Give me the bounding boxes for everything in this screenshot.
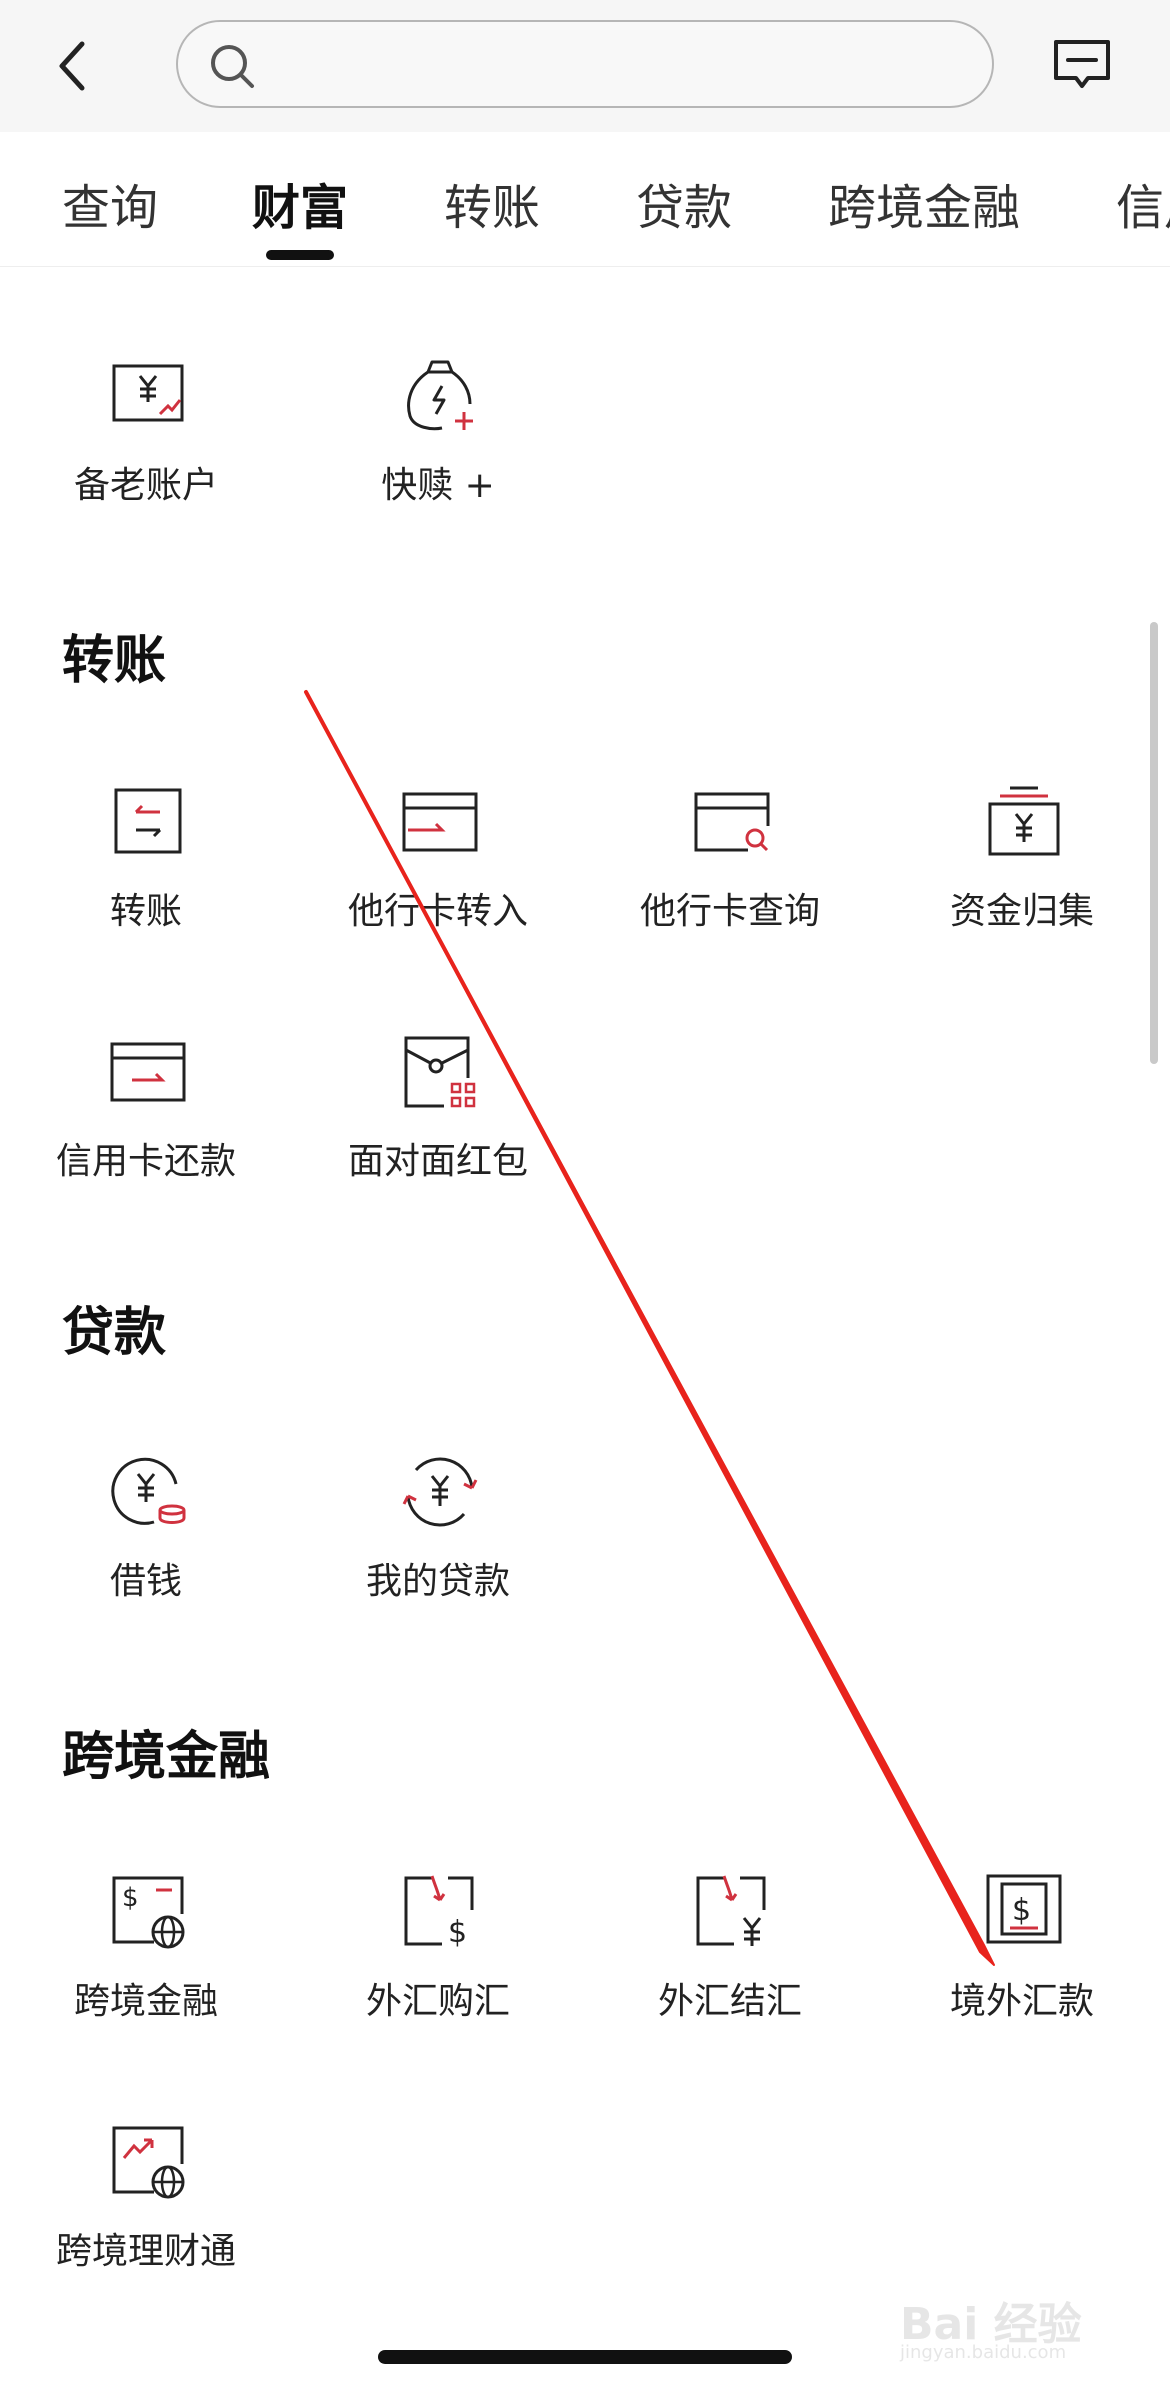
tile-label: 跨境理财通 (55, 2231, 236, 2272)
message-button[interactable] (1052, 36, 1112, 96)
tab-wealth[interactable]: 财富 (252, 168, 348, 238)
tile-label: 信用卡还款 (55, 1141, 236, 1182)
tile-label: 外汇结汇 (657, 1981, 802, 2022)
search-bar[interactable] (176, 20, 994, 108)
section-title-transfer: 转账 (62, 631, 167, 691)
tile-label: 备老账户 (73, 465, 218, 506)
borrow-money-icon (111, 1457, 186, 1525)
overseas-remittance-icon: $ (986, 1874, 1062, 1944)
section-title-loan: 贷款 (62, 1303, 167, 1363)
search-icon (211, 45, 254, 88)
tile-label: 他行卡转入 (347, 891, 528, 932)
my-loan-icon (402, 1457, 478, 1527)
tile-label: 跨境金融 (73, 1981, 218, 2022)
category-tabs: 查询 财富 转账 贷款 跨境金融 信用 (0, 132, 1170, 267)
svg-text:$: $ (1012, 1893, 1031, 1928)
tile-transfer[interactable]: 转账 (0, 784, 292, 964)
search-input[interactable] (274, 36, 968, 94)
svg-text:$: $ (122, 1883, 139, 1913)
tile-label: 他行卡查询 (639, 891, 820, 932)
tab-credit[interactable]: 信用 (1116, 168, 1170, 238)
tile-label: 我的贷款 (365, 1561, 510, 1602)
tile-overseas-remittance[interactable]: $ 境外汇款 (876, 1874, 1168, 2054)
red-packet-qr-icon (404, 1036, 476, 1108)
tile-quick-redeem[interactable]: 快赎 + (292, 358, 584, 538)
pension-account-icon (112, 364, 184, 422)
quick-redeem-icon (407, 360, 473, 431)
tab-loan[interactable]: 贷款 (636, 168, 732, 238)
top-bar (0, 0, 1170, 132)
watermark-logo: Bai 经验 jingyan.baidu.com (900, 2270, 1120, 2363)
tab-query[interactable]: 查询 (62, 168, 158, 238)
tile-label: 快赎 + (381, 465, 495, 506)
tile-crossborder-wealth[interactable]: 跨境理财通 (0, 2124, 292, 2304)
credit-card-repay-icon (110, 1042, 186, 1102)
tile-pension-account[interactable]: 备老账户 (0, 358, 292, 538)
tile-label: 境外汇款 (949, 1981, 1094, 2022)
chevron-left-icon (59, 41, 85, 91)
scrollbar[interactable] (1150, 622, 1158, 1064)
tile-borrow-money[interactable]: 借钱 (0, 1454, 292, 1634)
tile-crossborder-finance[interactable]: $ 跨境金融 (0, 1874, 292, 2054)
section-title-crossborder: 跨境金融 (62, 1727, 271, 1787)
tile-red-packet[interactable]: 面对面红包 (292, 1034, 584, 1214)
tile-fund-collection[interactable]: 资金归集 (876, 784, 1168, 964)
crossborder-wealth-icon (112, 2126, 185, 2199)
tab-crossborder[interactable]: 跨境金融 (828, 168, 1020, 238)
transfer-icon (114, 788, 182, 854)
card-query-icon (694, 792, 770, 852)
tile-label: 外汇购汇 (365, 1981, 510, 2022)
tile-label: 面对面红包 (347, 1141, 528, 1182)
tile-card-query[interactable]: 他行卡查询 (584, 784, 876, 964)
home-indicator[interactable] (378, 2350, 792, 2364)
crossborder-finance-icon: $ (112, 1876, 185, 1949)
tile-fx-settlement[interactable]: 外汇结汇 (584, 1874, 876, 2054)
tile-fx-purchase[interactable]: $ 外汇购汇 (292, 1874, 584, 2054)
tile-label: 资金归集 (949, 891, 1094, 932)
svg-text:$: $ (448, 1915, 467, 1950)
fx-purchase-icon: $ (404, 1875, 474, 1950)
message-icon (1054, 40, 1110, 88)
watermark-url: jingyan.baidu.com (900, 2342, 1067, 2363)
tile-my-loan[interactable]: 我的贷款 (292, 1454, 584, 1634)
active-tab-indicator (266, 250, 334, 260)
fund-collection-icon (988, 786, 1060, 856)
tile-credit-card-repay[interactable]: 信用卡还款 (0, 1034, 292, 1214)
card-transfer-in-icon (402, 792, 478, 852)
tile-card-transfer-in[interactable]: 他行卡转入 (292, 784, 584, 964)
tile-label: 转账 (109, 891, 182, 932)
tile-label: 借钱 (109, 1561, 182, 1602)
tab-transfer[interactable]: 转账 (444, 168, 540, 238)
back-button[interactable] (48, 30, 100, 102)
fx-settlement-icon (696, 1875, 766, 1946)
